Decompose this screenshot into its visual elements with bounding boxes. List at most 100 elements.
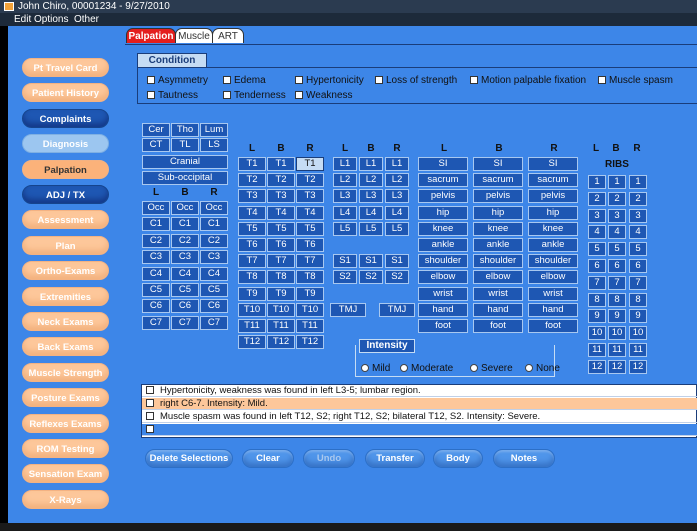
finding-row[interactable]: Hypertonicity, weakness was found in lef… <box>142 385 697 397</box>
action-notes-button[interactable]: Notes <box>493 449 555 468</box>
extremity-foot-both[interactable]: foot <box>473 319 523 333</box>
vertebra-t10[interactable]: T10 <box>267 302 295 317</box>
vertebra-t4[interactable]: T4 <box>296 205 324 220</box>
condition-tenderness[interactable]: Tenderness <box>223 90 286 102</box>
rib-2-left[interactable]: 2 <box>588 191 606 206</box>
vertebra-t2[interactable]: T2 <box>296 173 324 188</box>
condition-edema[interactable]: Edema <box>223 75 266 87</box>
vertebra-l1[interactable]: L1 <box>359 157 383 171</box>
rib-3-both[interactable]: 3 <box>608 208 626 223</box>
extremity-ankle-right[interactable]: ankle <box>528 238 578 252</box>
vertebra-t1[interactable]: T1 <box>267 157 295 171</box>
vertebra-t4[interactable]: T4 <box>267 205 295 220</box>
rib-4-right[interactable]: 4 <box>629 225 647 240</box>
extremity-pelvis-left[interactable]: pelvis <box>418 189 468 204</box>
rib-5-left[interactable]: 5 <box>588 242 606 257</box>
rib-11-left[interactable]: 11 <box>588 343 606 357</box>
condition-hypertonicity[interactable]: Hypertonicity <box>295 75 364 87</box>
vertebra-t5[interactable]: T5 <box>296 221 324 236</box>
intensity-severe[interactable]: Severe <box>470 363 513 375</box>
vertebra-t6[interactable]: T6 <box>238 238 266 252</box>
sidebar-item-extremities[interactable]: Extremities <box>22 286 109 306</box>
vertebra-t7[interactable]: T7 <box>238 254 266 269</box>
rib-5-both[interactable]: 5 <box>608 242 626 257</box>
rib-9-right[interactable]: 9 <box>629 309 647 324</box>
extremity-ankle-left[interactable]: ankle <box>418 238 468 252</box>
vertebra-t5[interactable]: T5 <box>267 221 295 236</box>
extremity-knee-left[interactable]: knee <box>418 221 468 236</box>
extremity-hip-left[interactable]: hip <box>418 205 468 220</box>
vertebra-c2[interactable]: C2 <box>142 233 170 248</box>
intensity-none[interactable]: None <box>525 363 560 375</box>
vertebra-t10[interactable]: T10 <box>296 302 324 317</box>
vertebra-t9[interactable]: T9 <box>296 286 324 301</box>
vertebra-t6[interactable]: T6 <box>267 238 295 252</box>
sidebar-item-back-exams[interactable]: Back Exams <box>22 337 109 357</box>
sidebar-item-posture-exams[interactable]: Posture Exams <box>22 388 109 408</box>
vertebra-c6[interactable]: C6 <box>171 299 199 314</box>
extremity-knee-right[interactable]: knee <box>528 221 578 236</box>
sidebar-item-ortho-exams[interactable]: Ortho-Exams <box>22 261 109 281</box>
extremity-elbow-both[interactable]: elbow <box>473 270 523 285</box>
vertebra-c5[interactable]: C5 <box>142 283 170 297</box>
action-delete-selections-button[interactable]: Delete Selections <box>145 449 233 468</box>
extremity-shoulder-left[interactable]: shoulder <box>418 254 468 269</box>
rib-6-left[interactable]: 6 <box>588 259 606 273</box>
condition-tautness[interactable]: Tautness <box>147 90 198 102</box>
vertebra-c7[interactable]: C7 <box>171 315 199 330</box>
sidebar-item-rom-testing[interactable]: ROM Testing <box>22 439 109 458</box>
vertebra-c3[interactable]: C3 <box>171 250 199 265</box>
rib-4-left[interactable]: 4 <box>588 225 606 240</box>
vertebra-t12[interactable]: T12 <box>296 335 324 350</box>
vertebra-t8[interactable]: T8 <box>267 270 295 285</box>
rib-6-right[interactable]: 6 <box>629 259 647 273</box>
menu-edit-options[interactable]: Edit Options <box>14 14 68 25</box>
vertebra-c5[interactable]: C5 <box>200 283 228 297</box>
rib-12-right[interactable]: 12 <box>629 359 647 374</box>
condition-muscle-spasm[interactable]: Muscle spasm <box>598 75 673 87</box>
action-undo-button[interactable]: Undo <box>303 449 355 468</box>
vertebra-t4[interactable]: T4 <box>238 205 266 220</box>
rib-1-left[interactable]: 1 <box>588 175 606 189</box>
region-cer[interactable]: Cer <box>142 123 170 137</box>
sidebar-item-assessment[interactable]: Assessment <box>22 210 109 230</box>
vertebra-t9[interactable]: T9 <box>267 286 295 301</box>
menu-other[interactable]: Other <box>74 14 99 25</box>
sidebar-item-x-rays[interactable]: X-Rays <box>22 489 109 509</box>
vertebra-c2[interactable]: C2 <box>200 233 228 248</box>
tmj-left-button[interactable]: TMJ <box>330 303 366 317</box>
region-tl[interactable]: TL <box>171 138 199 152</box>
vertebra-t7[interactable]: T7 <box>267 254 295 269</box>
extremity-sacrum-right[interactable]: sacrum <box>528 173 578 188</box>
cranial-button[interactable]: Cranial <box>142 155 228 169</box>
vertebra-c1[interactable]: C1 <box>200 217 228 232</box>
extremity-hand-left[interactable]: hand <box>418 302 468 317</box>
rib-2-both[interactable]: 2 <box>608 191 626 206</box>
extremity-wrist-left[interactable]: wrist <box>418 286 468 301</box>
finding-row[interactable] <box>142 424 697 436</box>
sidebar-item-adj-tx[interactable]: ADJ / TX <box>22 185 109 204</box>
intensity-mild[interactable]: Mild <box>361 363 390 375</box>
vertebra-occ[interactable]: Occ <box>142 201 170 215</box>
vertebra-t2[interactable]: T2 <box>267 173 295 188</box>
extremity-si-both[interactable]: SI <box>473 157 523 171</box>
vertebra-c4[interactable]: C4 <box>200 266 228 281</box>
vertebra-t3[interactable]: T3 <box>238 189 266 204</box>
rib-3-right[interactable]: 3 <box>629 208 647 223</box>
sidebar-item-complaints[interactable]: Complaints <box>22 108 109 128</box>
tmj-right-button[interactable]: TMJ <box>379 303 415 317</box>
vertebra-l2[interactable]: L2 <box>385 173 409 188</box>
rib-9-both[interactable]: 9 <box>608 309 626 324</box>
vertebra-s2[interactable]: S2 <box>385 270 409 285</box>
vertebra-c5[interactable]: C5 <box>171 283 199 297</box>
extremity-pelvis-both[interactable]: pelvis <box>473 189 523 204</box>
rib-4-both[interactable]: 4 <box>608 225 626 240</box>
extremity-shoulder-right[interactable]: shoulder <box>528 254 578 269</box>
vertebra-l4[interactable]: L4 <box>333 205 357 220</box>
vertebra-c1[interactable]: C1 <box>171 217 199 232</box>
rib-10-right[interactable]: 10 <box>629 326 647 341</box>
extremity-si-left[interactable]: SI <box>418 157 468 171</box>
rib-5-right[interactable]: 5 <box>629 242 647 257</box>
region-ls[interactable]: LS <box>200 138 228 152</box>
extremity-foot-left[interactable]: foot <box>418 319 468 333</box>
